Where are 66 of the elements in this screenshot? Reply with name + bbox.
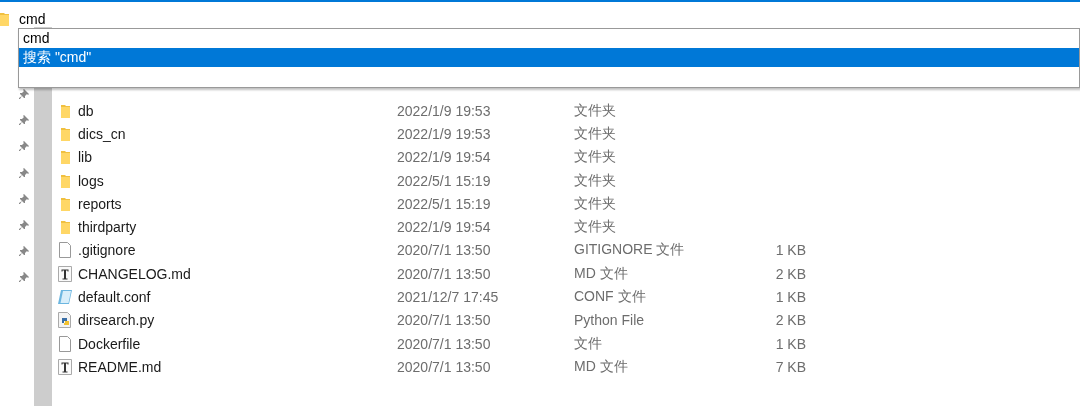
pin-icon[interactable] xyxy=(19,141,29,152)
python-file-icon xyxy=(58,312,72,329)
date-modified: 2022/1/9 19:53 xyxy=(397,125,492,142)
file-name[interactable]: Dockerfile xyxy=(78,335,397,352)
file-name[interactable]: dics_cn xyxy=(78,125,397,142)
pin-icon[interactable] xyxy=(19,219,29,230)
file-name[interactable]: reports xyxy=(78,195,397,212)
file-type: 文件夹 xyxy=(574,171,617,190)
folder-icon xyxy=(60,103,70,118)
date-modified: 2022/1/9 19:53 xyxy=(397,102,492,119)
suggestion-item[interactable]: 搜索 "cmd" xyxy=(19,48,1079,67)
file-name[interactable]: lib xyxy=(78,149,397,166)
document-icon xyxy=(59,242,71,259)
file-type: MD 文件 xyxy=(574,264,629,283)
file-type: 文件夹 xyxy=(574,101,617,120)
file-name[interactable]: logs xyxy=(78,172,397,189)
pin-icon[interactable] xyxy=(19,272,29,283)
date-modified: 2022/5/1 15:19 xyxy=(397,172,492,189)
folder-icon xyxy=(60,173,70,188)
folder-icon xyxy=(60,220,70,235)
date-modified: 2020/7/1 13:50 xyxy=(397,335,492,352)
file-size: 2 KB xyxy=(774,312,806,329)
file-type: 文件夹 xyxy=(574,124,617,143)
file-name[interactable]: dirsearch.py xyxy=(78,312,397,329)
date-modified: 2022/5/1 15:19 xyxy=(397,195,492,212)
file-name[interactable]: README.md xyxy=(78,358,397,375)
file-size: 1 KB xyxy=(774,335,806,352)
file-size: 2 KB xyxy=(774,265,806,282)
suggestion-item[interactable]: cmd xyxy=(19,29,1079,48)
file-size: 7 KB xyxy=(774,358,806,375)
file-type: Python File xyxy=(574,312,646,329)
folder-icon xyxy=(60,126,70,141)
file-name[interactable]: CHANGELOG.md xyxy=(78,265,397,282)
document-icon xyxy=(59,335,71,352)
date-modified: 2022/1/9 19:54 xyxy=(397,219,492,236)
date-modified: 2020/7/1 13:50 xyxy=(397,312,492,329)
date-modified: 2020/7/1 13:50 xyxy=(397,265,492,282)
file-type: 文件夹 xyxy=(574,194,617,213)
date-modified: 2021/12/7 17:45 xyxy=(397,289,500,305)
pin-icon[interactable] xyxy=(19,89,29,99)
address-field[interactable]: cmd xyxy=(19,10,219,27)
file-type: 文件 xyxy=(574,334,603,353)
pin-icon[interactable] xyxy=(19,246,29,257)
folder-icon xyxy=(0,11,9,26)
date-modified: 2020/7/1 13:50 xyxy=(397,242,492,259)
file-type: MD 文件 xyxy=(574,357,629,376)
file-name[interactable]: db xyxy=(78,102,397,119)
file-type: 文件夹 xyxy=(574,148,617,167)
text-file-icon xyxy=(58,358,72,375)
folder-icon xyxy=(60,150,70,165)
file-type: GITIGNORE 文件 xyxy=(574,241,686,260)
notepad-icon xyxy=(57,289,73,305)
file-name[interactable]: thirdparty xyxy=(78,219,397,236)
pin-icon[interactable] xyxy=(19,167,29,178)
date-modified: 2022/1/9 19:54 xyxy=(397,149,492,166)
file-size: 1 KB xyxy=(774,289,806,305)
file-size: 1 KB xyxy=(774,242,806,259)
file-type: 文件夹 xyxy=(574,218,617,237)
pin-icon[interactable] xyxy=(19,193,29,204)
file-name[interactable]: default.conf xyxy=(78,289,397,305)
file-name[interactable]: .gitignore xyxy=(78,242,397,259)
date-modified: 2020/7/1 13:50 xyxy=(397,358,492,375)
file-type: CONF 文件 xyxy=(574,288,647,306)
pin-icon[interactable] xyxy=(19,115,29,126)
folder-icon xyxy=(60,196,70,211)
text-file-icon xyxy=(58,265,72,282)
